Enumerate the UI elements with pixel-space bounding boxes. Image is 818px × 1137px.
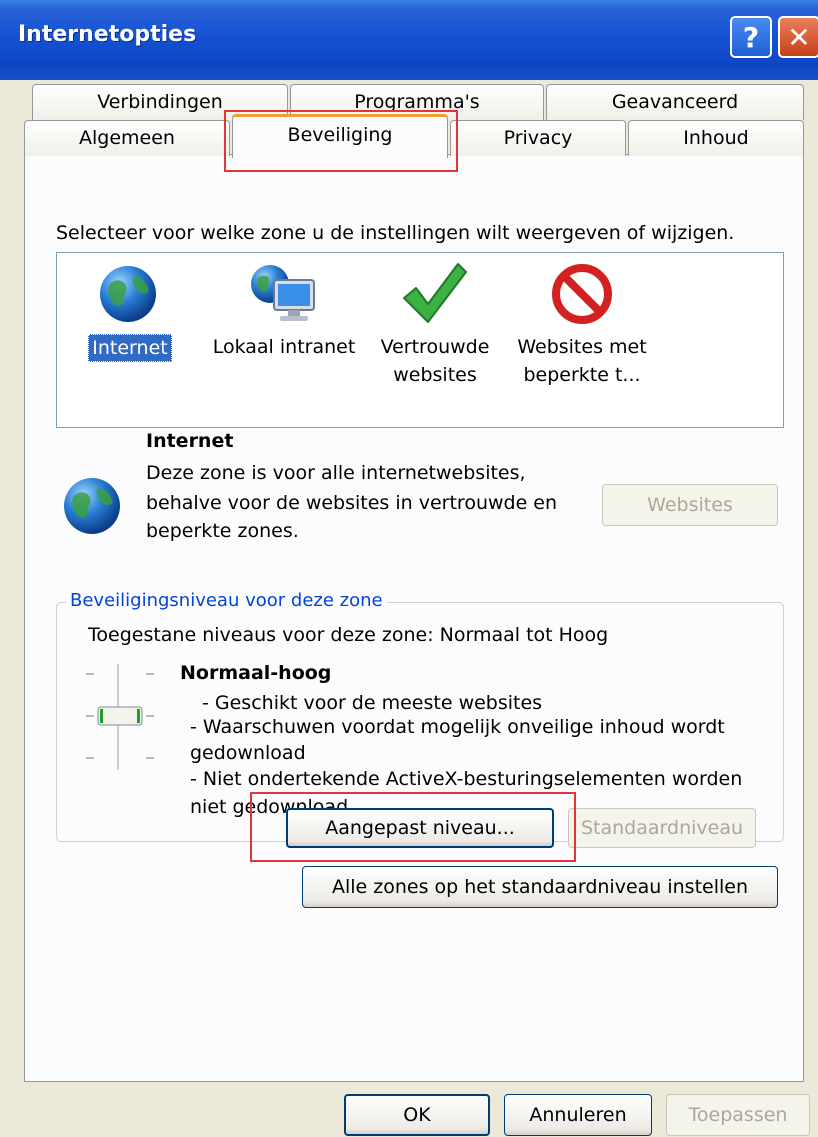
- tab-algemeen[interactable]: Algemeen: [24, 120, 230, 156]
- zone-info-title: Internet: [146, 430, 234, 452]
- level-desc-1: - Geschikt voor de meeste websites: [202, 692, 543, 714]
- tab-inhoud[interactable]: Inhoud: [628, 120, 804, 156]
- tab-geavanceerd[interactable]: Geavanceerd: [546, 84, 804, 120]
- zone-label-internet[interactable]: Internet: [88, 334, 172, 362]
- allowed-levels-text: Toegestane niveaus voor deze zone: Norma…: [88, 624, 609, 646]
- intranet-icon[interactable]: [248, 262, 320, 326]
- zone-label-restricted-1[interactable]: Websites met: [516, 334, 648, 360]
- checkmark-icon[interactable]: [400, 258, 468, 328]
- level-desc-4: - Niet ondertekende ActiveX-besturingsel…: [190, 768, 743, 790]
- cancel-button[interactable]: Annuleren: [504, 1094, 652, 1136]
- zone-label-trusted-1[interactable]: Vertrouwde: [374, 334, 496, 360]
- level-desc-2: - Waarschuwen voordat mogelijk onveilige…: [190, 716, 725, 738]
- close-button[interactable]: ✕: [778, 16, 818, 58]
- globe-icon[interactable]: [96, 262, 160, 326]
- close-icon: ✕: [787, 20, 811, 54]
- zone-label-trusted-2[interactable]: websites: [374, 362, 496, 388]
- level-desc-3: gedownload: [190, 742, 306, 764]
- websites-button[interactable]: Websites: [602, 484, 778, 526]
- zone-info-desc-3: beperkte zones.: [146, 520, 299, 542]
- globe-icon: [60, 474, 124, 538]
- security-group-title: Beveiligingsniveau voor deze zone: [66, 590, 387, 611]
- zone-label-restricted-2[interactable]: beperkte t...: [516, 362, 648, 388]
- help-icon: ?: [742, 20, 760, 54]
- default-level-button[interactable]: Standaardniveau: [568, 808, 756, 848]
- all-zones-default-button[interactable]: Alle zones op het standaardniveau instel…: [302, 866, 778, 908]
- tab-privacy[interactable]: Privacy: [450, 120, 626, 156]
- help-button[interactable]: ?: [730, 16, 772, 58]
- highlight-box-button: [250, 792, 576, 862]
- zone-info-desc-1: Deze zone is voor alle internetwebsites,: [146, 462, 526, 484]
- highlight-box-tab: [224, 110, 458, 172]
- ok-button[interactable]: OK: [344, 1094, 490, 1136]
- apply-button[interactable]: Toepassen: [666, 1094, 810, 1136]
- zone-info-desc-2: behalve voor de websites in vertrouwde e…: [146, 492, 558, 514]
- zone-label-intranet[interactable]: Lokaal intranet: [206, 334, 362, 360]
- level-name: Normaal-hoog: [180, 662, 332, 684]
- zone-prompt: Selecteer voor welke zone u de instellin…: [56, 222, 735, 244]
- window-title: Internetopties: [18, 22, 197, 47]
- restricted-icon[interactable]: [550, 262, 614, 326]
- security-slider[interactable]: [84, 662, 156, 772]
